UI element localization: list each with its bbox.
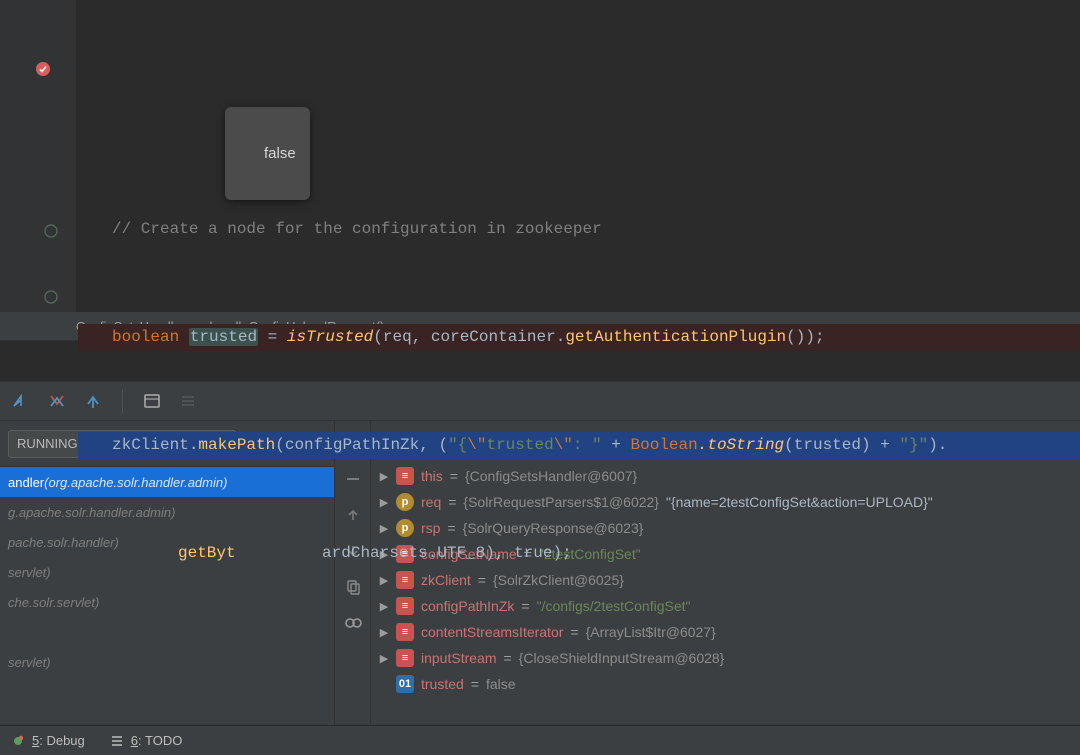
override-marker-icon[interactable] — [44, 224, 62, 242]
editor-area: InputStream inputStream = contentStreams… — [0, 0, 1080, 312]
value-tooltip: false — [225, 107, 310, 200]
breakpoint-icon[interactable] — [34, 60, 52, 78]
debug-tool-window-tab[interactable]: 5: Debug — [10, 733, 85, 749]
thread-selector-label: RUNNING — [17, 436, 78, 451]
step-into-icon[interactable] — [46, 390, 68, 412]
editor-gutter — [0, 0, 76, 312]
code-line — [78, 648, 1080, 675]
trace-icon[interactable] — [177, 390, 199, 412]
code-line-current: boolean trusted = isTrusted(req, coreCon… — [78, 324, 1080, 351]
code-line-selected: zkClient.makePath(configPathInZk, ("{\"t… — [78, 432, 1080, 459]
bug-icon — [10, 733, 26, 749]
code-line: // Create a node for the configuration i… — [78, 216, 1080, 243]
code-view[interactable]: InputStream inputStream = contentStreams… — [76, 0, 1080, 312]
highlighted-variable: trusted — [189, 328, 258, 346]
override-marker-icon[interactable] — [44, 290, 62, 308]
tooltip-text: false — [264, 145, 296, 162]
step-over-icon[interactable] — [10, 390, 32, 412]
code-line: getBytxxxxxxxxxardCharsets.UTF_8), true)… — [78, 540, 1080, 567]
